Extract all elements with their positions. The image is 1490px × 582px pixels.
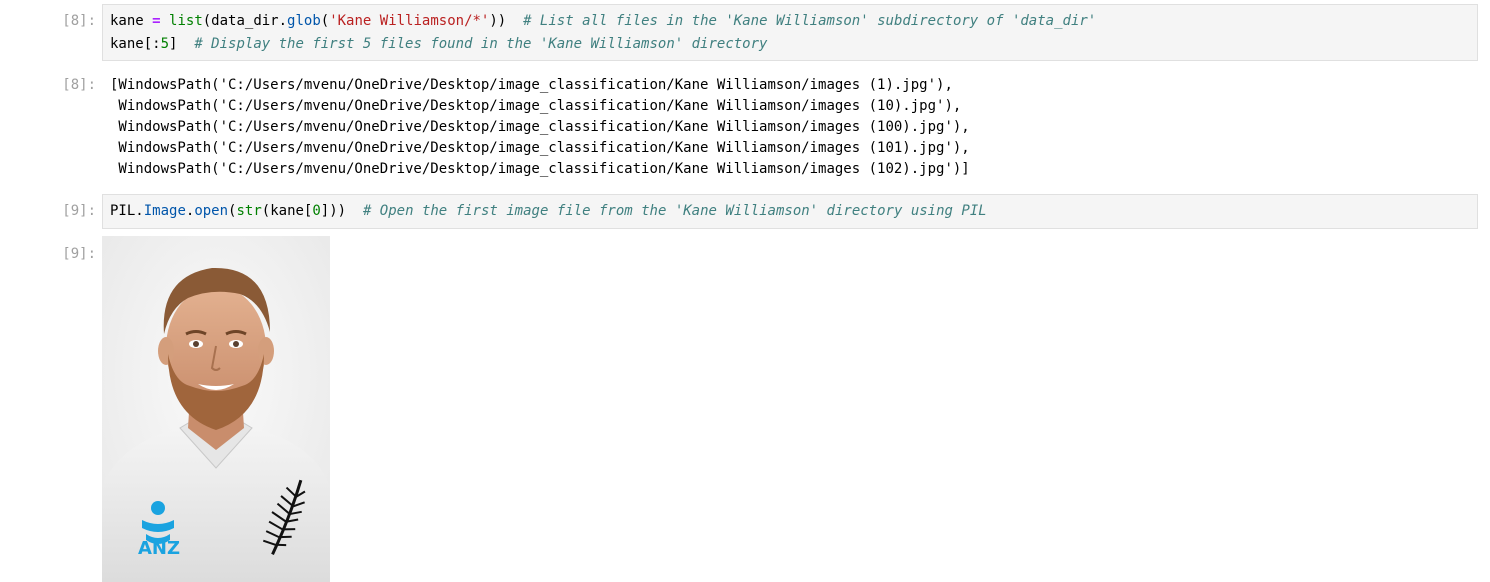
output-line: WindowsPath('C:/Users/mvenu/OneDrive/Des… <box>110 119 970 135</box>
code-token: (data_dir <box>202 13 279 29</box>
code-token: ] <box>169 36 195 52</box>
code-token: = <box>152 13 161 29</box>
anz-logo-text: ANZ <box>138 538 180 559</box>
cell-9-input[interactable]: PIL.Image.open(str(kane[0])) # Open the … <box>102 194 1478 229</box>
cell-8-in-prompt: [8]: <box>62 13 96 29</box>
cell-9-out-prompt: [9]: <box>62 246 96 262</box>
output-line: [WindowsPath('C:/Users/mvenu/OneDrive/De… <box>110 77 953 93</box>
code-token: . <box>278 13 288 29</box>
code-token: kane <box>110 13 153 29</box>
code-token: list <box>169 13 203 29</box>
code-token: [: <box>143 36 161 52</box>
code-token: open <box>194 203 229 219</box>
output-image: ANZ <box>102 236 330 582</box>
code-token: ( <box>320 13 330 29</box>
code-token: # List all files in the 'Kane Williamson… <box>523 13 1097 29</box>
output-line: WindowsPath('C:/Users/mvenu/OneDrive/Des… <box>110 161 970 177</box>
code-token: 0 <box>312 203 321 219</box>
cell-8-input[interactable]: kane = list(data_dir.glob('Kane Williams… <box>102 4 1478 61</box>
code-token: 'Kane Williamson/*' <box>329 13 490 29</box>
output-line: WindowsPath('C:/Users/mvenu/OneDrive/Des… <box>110 140 970 156</box>
code-token: ])) <box>320 203 363 219</box>
cell-9-in-prompt: [9]: <box>62 203 96 219</box>
code-token: . <box>135 203 144 219</box>
code-token: PIL <box>110 203 136 219</box>
code-token: # Open the first image file from the 'Ka… <box>362 203 987 219</box>
code-token: str <box>236 203 262 219</box>
code-line-1: PIL.Image.open(str(kane[0])) # Open the … <box>110 200 987 222</box>
person-photo-icon: ANZ <box>102 236 330 582</box>
code-line-1: kane = list(data_dir.glob('Kane Williams… <box>110 10 1096 32</box>
code-token: 5 <box>160 36 170 52</box>
code-token: Image <box>143 203 186 219</box>
code-token: kane <box>110 36 144 52</box>
output-line: WindowsPath('C:/Users/mvenu/OneDrive/Des… <box>110 98 962 114</box>
code-token: # Display the first 5 files found in the… <box>194 36 768 52</box>
cell-8-out-prompt: [8]: <box>62 77 96 93</box>
code-token: glob <box>287 13 321 29</box>
code-token: (kane[ <box>261 203 313 219</box>
code-line-2: kane[:5] # Display the first 5 files fou… <box>110 33 767 55</box>
code-token: )) <box>489 13 524 29</box>
